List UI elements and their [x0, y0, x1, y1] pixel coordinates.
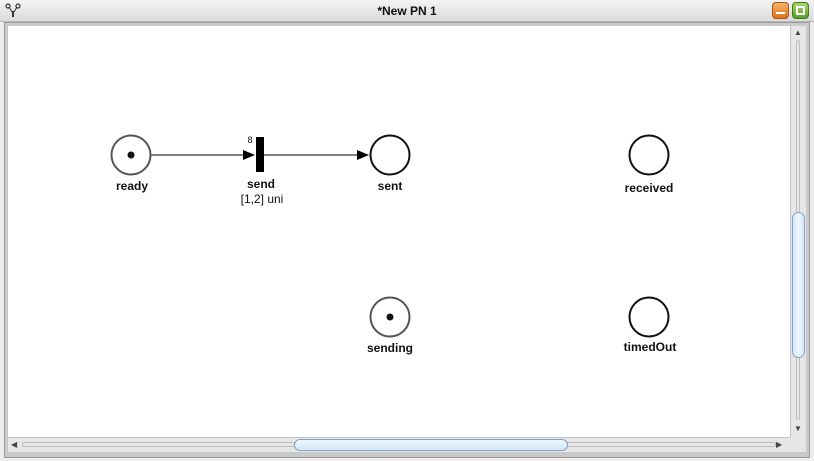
place-label-received: received [625, 181, 674, 195]
place-label-ready: ready [116, 179, 148, 193]
arrow-down-icon[interactable]: ▼ [794, 424, 802, 434]
scrollbar-corner [790, 437, 806, 452]
vertical-scroll-thumb[interactable] [792, 212, 805, 358]
place-timedOut[interactable]: timedOut [624, 296, 677, 355]
place-sent[interactable]: sent [369, 134, 411, 194]
token [127, 151, 135, 159]
place-ready[interactable]: ready [110, 134, 152, 194]
transition-send[interactable]: 8 send [1,2] uni [241, 135, 284, 206]
arrow-left-icon[interactable]: ◀ [11, 440, 17, 450]
maximize-icon [796, 6, 805, 15]
horizontal-scroll-thumb[interactable] [294, 439, 568, 451]
minimize-button[interactable] [772, 2, 789, 19]
petri-net-drawing[interactable]: ready 8 send [1,2] uni sent received sen… [8, 26, 790, 437]
place-sending[interactable]: sending [367, 296, 413, 356]
vertical-scrollbar[interactable]: ▲ ▼ [790, 26, 806, 437]
transition-priority: 8 [247, 135, 252, 145]
horizontal-scrollbar[interactable]: ◀ ▶ [8, 437, 790, 452]
maximize-button[interactable] [792, 2, 809, 19]
petri-net-canvas[interactable]: ready 8 send [1,2] uni sent received sen… [8, 26, 790, 437]
place-label-sending: sending [367, 341, 413, 355]
arrow-up-icon[interactable]: ▲ [794, 28, 802, 38]
window-titlebar[interactable]: *New PN 1 [0, 0, 814, 22]
place-label-timedOut: timedOut [624, 340, 677, 354]
transition-label-send: send [247, 177, 275, 191]
window-title: *New PN 1 [377, 4, 437, 18]
arrow-right-icon[interactable]: ▶ [776, 440, 782, 450]
transition-timing: [1,2] uni [241, 192, 284, 206]
token [386, 313, 394, 321]
place-received[interactable]: received [625, 134, 674, 196]
minimize-icon [776, 12, 785, 14]
place-label-sent: sent [378, 179, 403, 193]
